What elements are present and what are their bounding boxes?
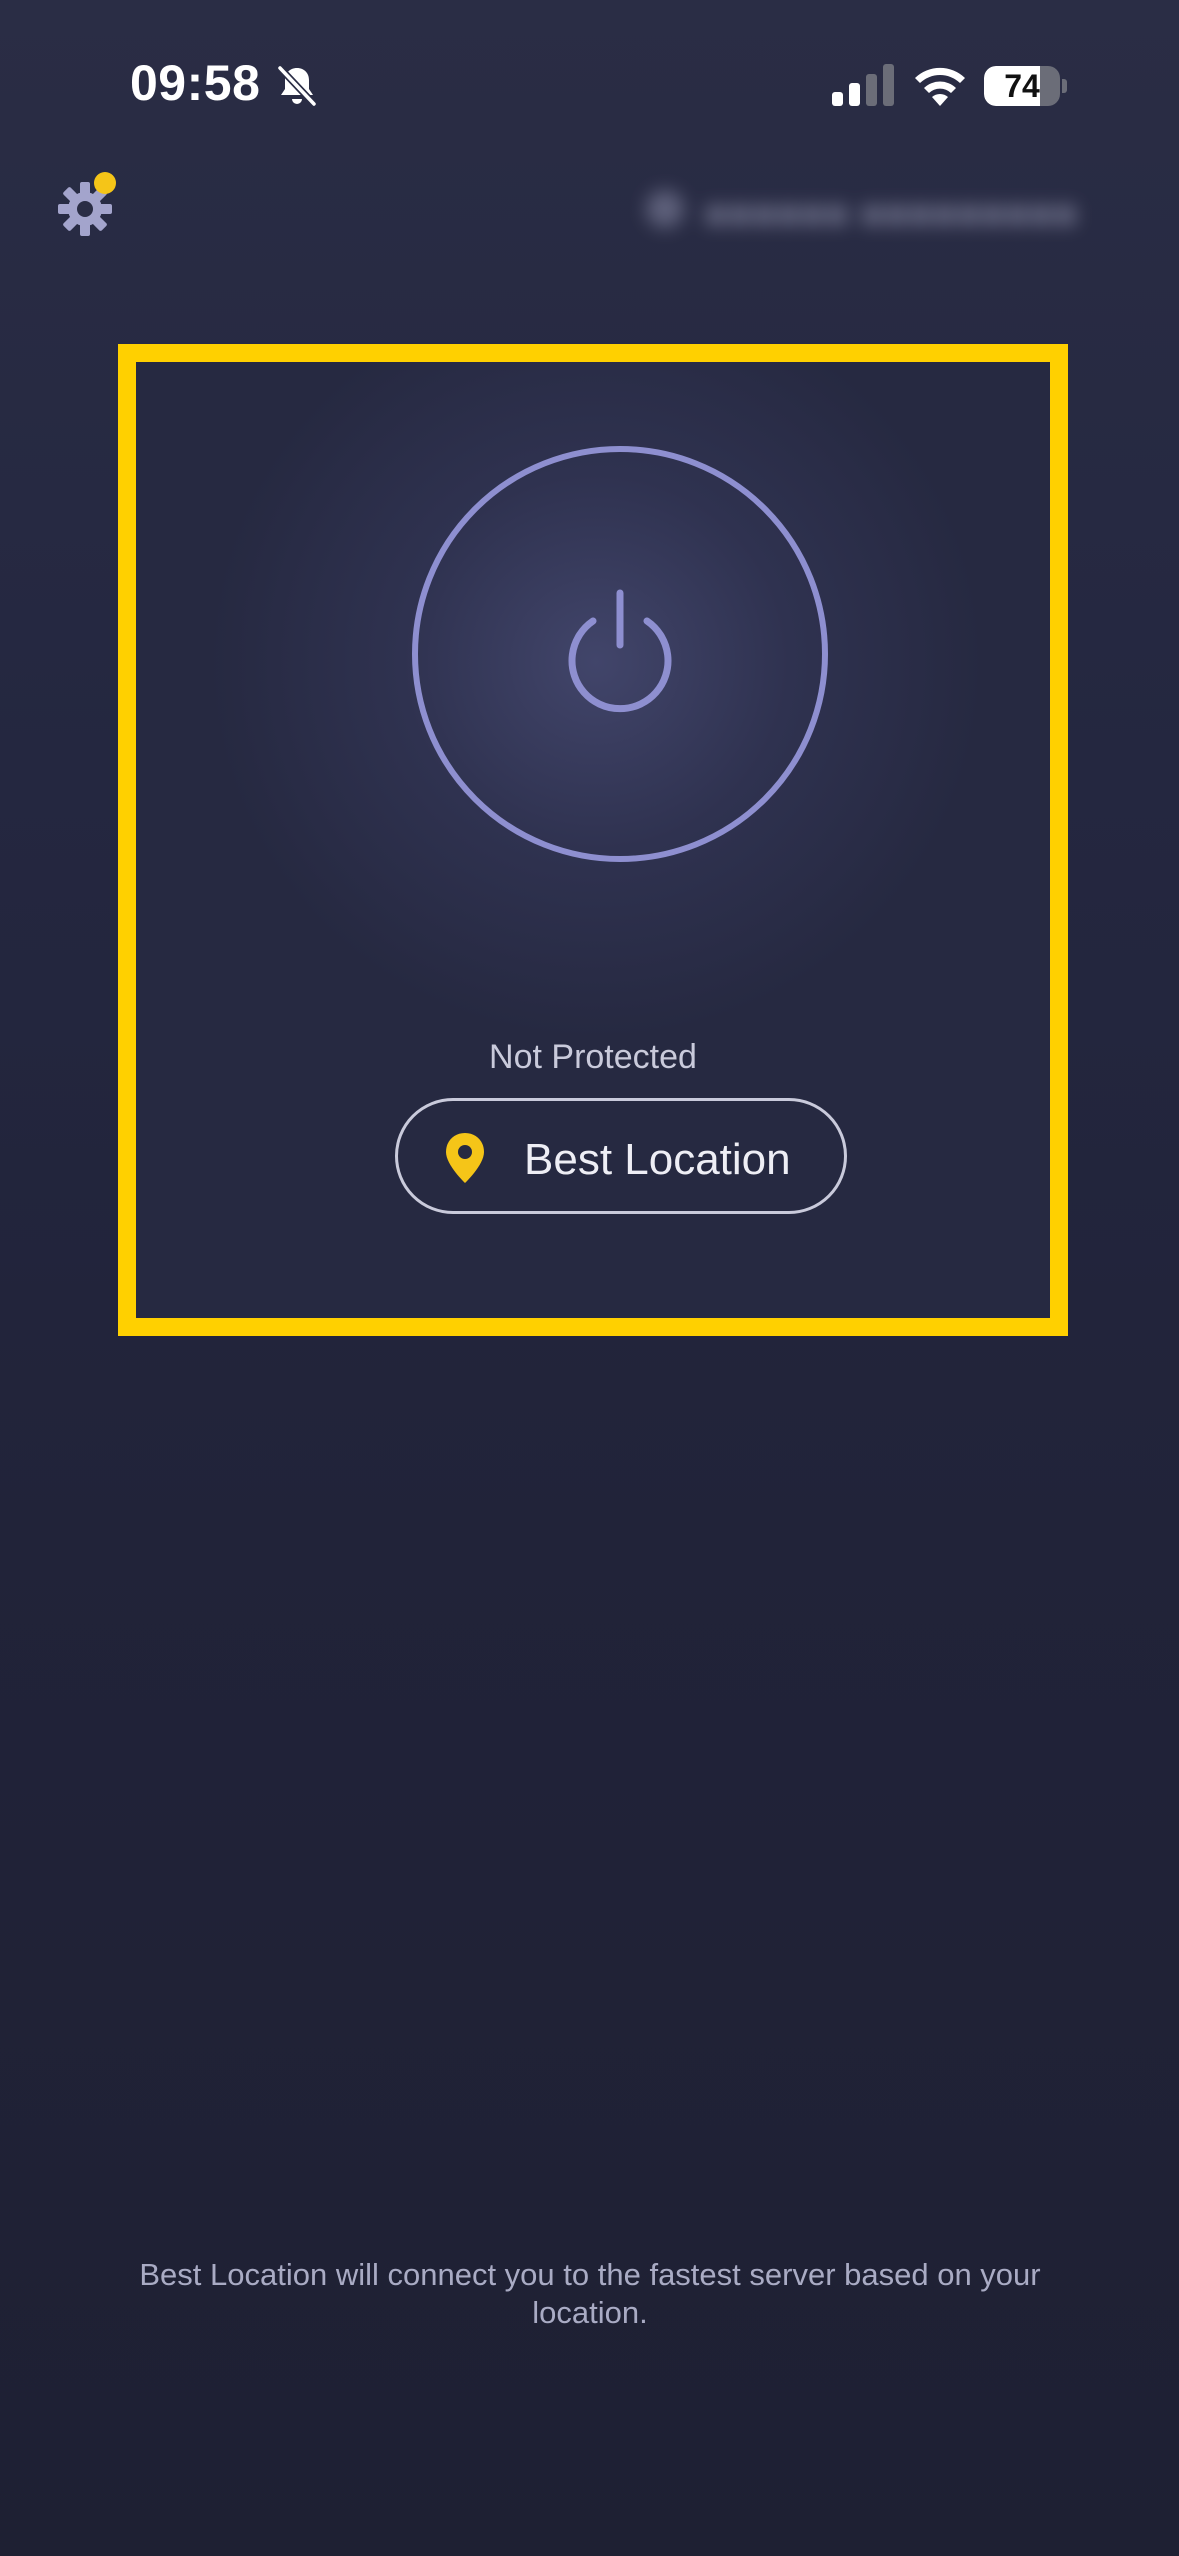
map-pin-icon [446, 1133, 484, 1183]
battery-level: 74 [1004, 68, 1040, 104]
best-location-hint: Best Location will connect you to the fa… [139, 2257, 1041, 2330]
best-location-button[interactable]: Best Location [395, 1098, 847, 1214]
signal-bar [883, 64, 894, 106]
wifi-icon [915, 67, 965, 106]
highlight-frame: Not Protected Best Location [118, 344, 1068, 1336]
battery-cap [1062, 79, 1067, 93]
settings-button[interactable] [52, 172, 126, 246]
power-button[interactable] [412, 446, 828, 862]
account-name-blurred: ■■■■■■ ■■■■■■■■■ [704, 192, 1078, 236]
signal-bar [866, 74, 877, 106]
power-icon [568, 589, 672, 713]
bell-slash-icon [276, 64, 318, 108]
protection-status: Not Protected [489, 1038, 697, 1076]
user-icon [646, 190, 684, 228]
notification-dot [94, 172, 116, 194]
signal-bar [849, 83, 860, 106]
battery-body: 74 [984, 66, 1060, 106]
battery-icon: 74 [984, 66, 1067, 106]
location-label: Best Location [524, 1135, 791, 1184]
signal-icon [832, 64, 894, 106]
status-bar: 09:58 74 [0, 0, 1179, 170]
account-selector[interactable]: ■■■■■■ ■■■■■■■■■ [640, 176, 1100, 246]
status-time: 09:58 [130, 55, 261, 111]
signal-bar [832, 92, 843, 106]
